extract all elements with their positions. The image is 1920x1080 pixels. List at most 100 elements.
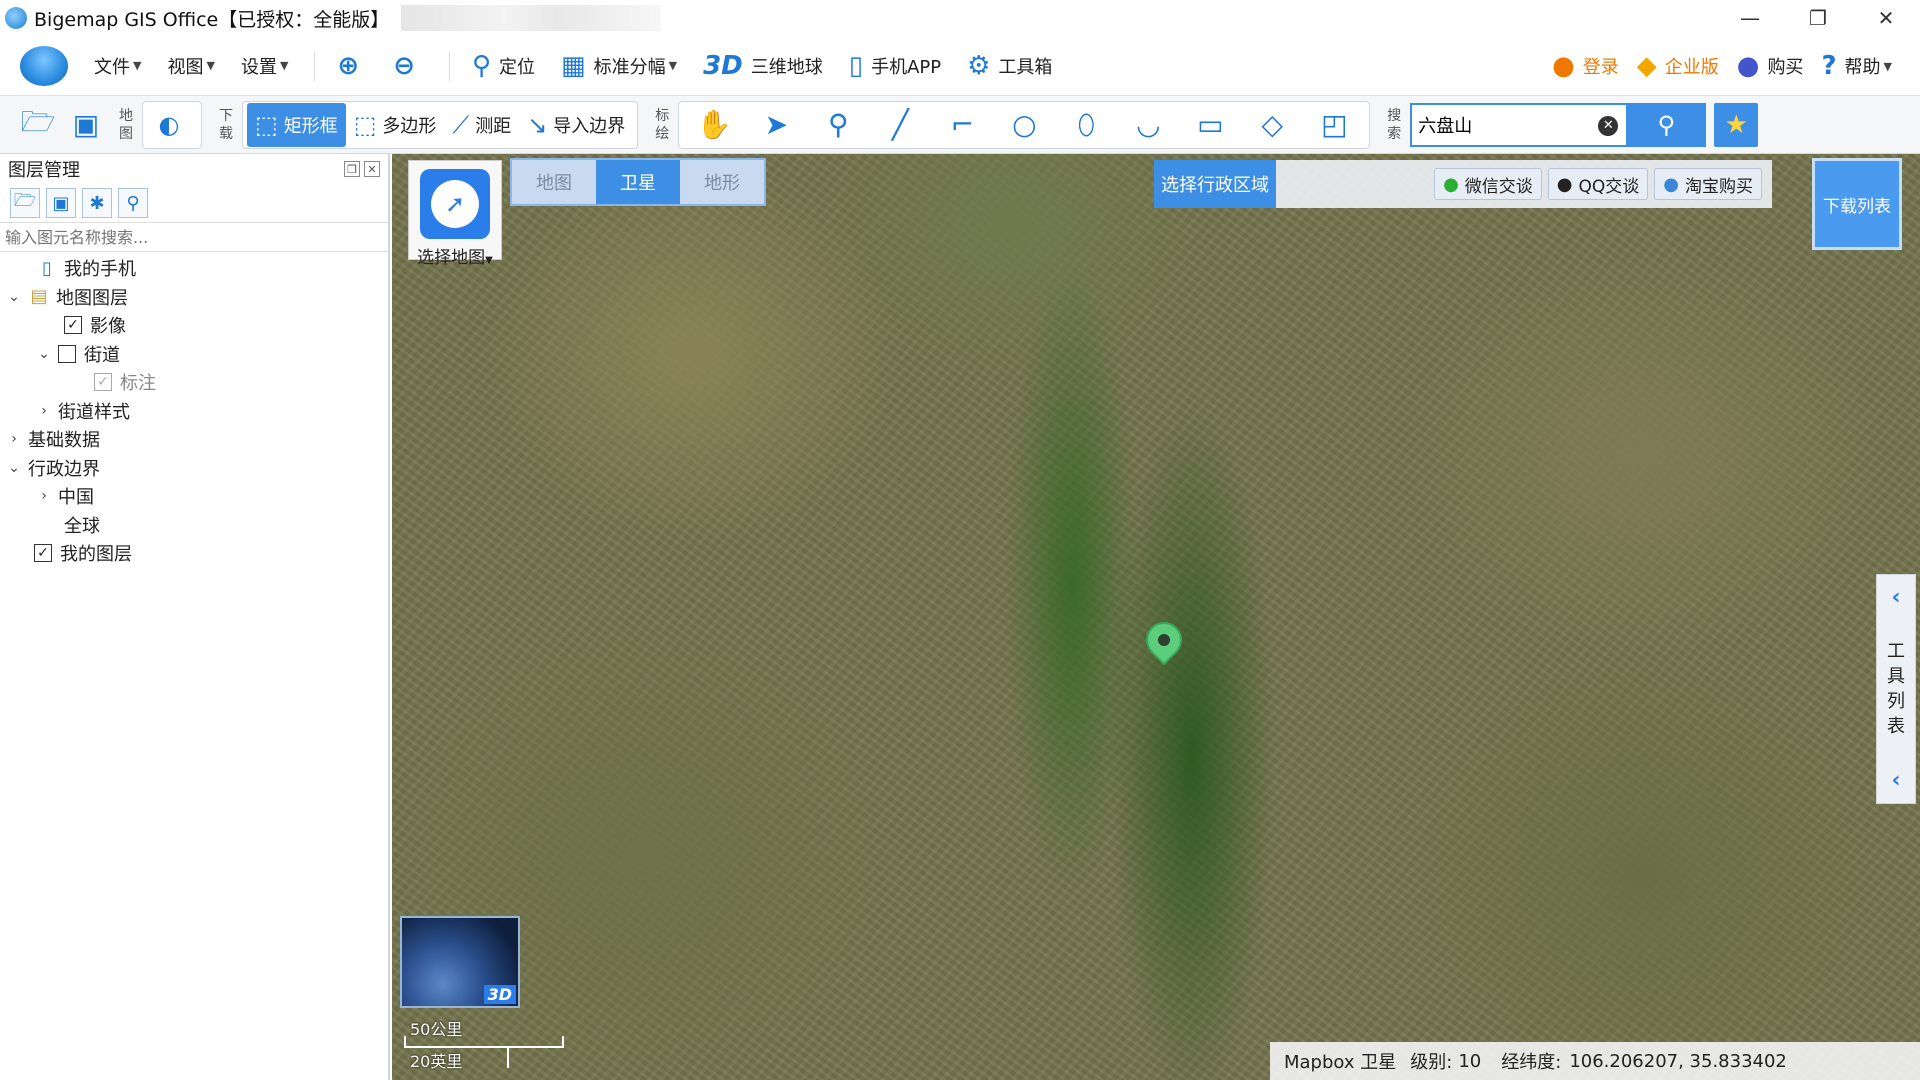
search-button[interactable]: ⚲ [1626, 102, 1707, 147]
main-menu-bar: 文件 ▼ 视图 ▼ 设置 ▼ ⊕ ⊖ ⚲ 定位 ▦ 标准分幅 ▼ 3D 三维地球 ▯ 手机APP… [0, 36, 1920, 96]
line-tool-button[interactable]: ╱ [869, 103, 931, 147]
tree-item-map-layers[interactable]: ⌄ ▤ 地图图层 [0, 283, 388, 312]
tag-tool-button[interactable]: ◇ [1241, 103, 1303, 147]
layer-search-button[interactable]: ⚲ [118, 188, 148, 218]
tree-item-china[interactable]: › 中国 [0, 482, 388, 511]
buy-label: 购买 [1767, 57, 1804, 78]
enterprise-button[interactable]: ◆ 企业版 [1637, 51, 1719, 81]
float-panel-button[interactable]: ❐ [344, 161, 360, 177]
view-menu[interactable]: 视图 ▼ [167, 53, 214, 79]
chevron-down-icon[interactable]: ⌄ [36, 346, 52, 362]
mini-3d-globe-button[interactable]: 3D [400, 916, 520, 1008]
map-type-map[interactable]: 地图 [512, 160, 596, 204]
tree-item-base-data[interactable]: › 基础数据 [0, 425, 388, 454]
place-search-input[interactable] [1418, 114, 1589, 135]
login-button[interactable]: ● 登录 [1552, 51, 1619, 81]
edit-tool-button[interactable]: ◰ [1303, 103, 1365, 147]
chevron-right-icon[interactable]: › [6, 431, 22, 447]
wechat-chat-button[interactable]: ● 微信交谈 [1434, 168, 1542, 200]
chevron-down-icon[interactable]: ⌄ [6, 289, 22, 305]
layer-panel-header: 图层管理 ❐ ✕ [0, 154, 388, 184]
polyline-tool-button[interactable]: ⌐ [931, 103, 993, 147]
enterprise-label: 企业版 [1664, 57, 1719, 78]
mobile-app-button[interactable]: ▯ 手机APP [849, 51, 941, 81]
tree-item-street-style[interactable]: › 街道样式 [0, 397, 388, 426]
download-list-button[interactable]: 下载列表 [1812, 158, 1902, 250]
map-view-group: ◐ [142, 100, 202, 149]
chevron-down-icon[interactable]: ⌄ [6, 460, 22, 476]
save-button[interactable]: ▣ [62, 103, 110, 147]
settings-menu[interactable]: 设置 ▼ [241, 53, 288, 79]
file-menu[interactable]: 文件 ▼ [94, 53, 141, 79]
map-type-satellite[interactable]: 卫星 [596, 160, 680, 204]
ellipse-tool-button[interactable]: ⬯ [1055, 103, 1117, 147]
grid-menu[interactable]: ▦ 标准分幅 ▼ [561, 51, 677, 81]
tree-item-labels[interactable]: ✓ 标注 [0, 368, 388, 397]
taobao-buy-button[interactable]: ● 淘宝购买 [1654, 168, 1762, 200]
labels-checkbox[interactable]: ✓ [94, 373, 112, 392]
open-folder-button[interactable]: 🗁 [14, 103, 62, 147]
chevron-right-icon[interactable]: › [36, 403, 52, 419]
tree-item-my-layers[interactable]: ✓ 我的图层 [0, 539, 388, 568]
qq-chat-button[interactable]: ● QQ交谈 [1547, 168, 1649, 200]
select-region-button[interactable]: 选择行政区域 [1154, 160, 1276, 208]
caret-down-icon: ▼ [485, 255, 493, 266]
close-button[interactable]: ✕ [1852, 0, 1920, 36]
tree-item-global[interactable]: 全球 [0, 511, 388, 540]
my-layers-checkbox[interactable]: ✓ [34, 544, 52, 563]
map-view-button[interactable]: ◐ [147, 103, 197, 147]
chevron-right-icon[interactable]: › [36, 488, 52, 504]
map-source-badge: ➚ [420, 169, 490, 239]
buy-button[interactable]: ● 购买 [1737, 51, 1804, 81]
globe-side-icon: ◐ [158, 110, 180, 139]
place-search-field[interactable]: ✕ [1410, 102, 1627, 147]
import-boundary-button[interactable]: ↘ 导入边界 [519, 103, 633, 147]
save-layer-button[interactable]: ▣ [46, 188, 76, 218]
select-tool-button[interactable]: ➤ [745, 103, 807, 147]
tree-item-label: 行政边界 [28, 458, 100, 480]
imagery-checkbox[interactable]: ✓ [64, 316, 82, 335]
pan-tool-button[interactable]: ✋ [683, 103, 745, 147]
favorites-button[interactable]: ★ [1714, 102, 1759, 147]
polygon-select-button[interactable]: ⬚ 多边形 [346, 103, 445, 147]
zoom-out-button[interactable]: ⊖ [393, 51, 423, 81]
restore-button[interactable]: ❐ [1784, 0, 1852, 36]
tool-list-panel-toggle[interactable]: ‹ 工具列表 ‹ [1876, 574, 1916, 804]
help-label: 帮助 [1844, 57, 1881, 78]
globe-3d-button[interactable]: 3D 三维地球 [703, 51, 823, 81]
locate-button[interactable]: ⚲ 定位 [472, 51, 535, 81]
map-canvas[interactable]: ➚ 选择地图▼ 地图 卫星 地形 选择行政区域 ● 微信交谈 ● QQ交谈 ● 淘宝购… [392, 154, 1920, 1080]
draw-section-label: 标绘 [655, 107, 670, 142]
close-panel-button[interactable]: ✕ [364, 161, 380, 177]
tree-item-admin-boundary[interactable]: ⌄ 行政边界 [0, 454, 388, 483]
window-controls: — ❐ ✕ [1716, 0, 1920, 36]
toolbox-button[interactable]: ⚙ 工具箱 [967, 51, 1052, 81]
circle-tool-button[interactable]: ○ [993, 103, 1055, 147]
layer-nodes-button[interactable]: ✱ [82, 188, 112, 218]
tree-item-imagery[interactable]: ✓ 影像 [0, 311, 388, 340]
layer-panel-tools: 🗁 ▣ ✱ ⚲ [0, 184, 388, 222]
measure-button[interactable]: ⟋ 测距 [444, 103, 519, 147]
zoom-in-button[interactable]: ⊕ [337, 51, 367, 81]
clear-search-icon[interactable]: ✕ [1598, 115, 1619, 136]
panel-controls: ❐ ✕ [344, 161, 380, 177]
chevron-left-icon[interactable]: ‹ [1891, 768, 1900, 793]
location-marker-icon[interactable] [1138, 614, 1190, 680]
element-search-input[interactable] [5, 227, 375, 247]
minimize-button[interactable]: — [1716, 0, 1784, 36]
street-checkbox[interactable] [58, 344, 76, 363]
map-type-terrain[interactable]: 地形 [680, 160, 764, 204]
curve-tool-button[interactable]: ◡ [1117, 103, 1179, 147]
rectangle-tool-button[interactable]: ▭ [1179, 103, 1241, 147]
select-map-button[interactable]: ➚ 选择地图▼ [408, 160, 502, 268]
chevron-left-icon[interactable]: ‹ [1891, 585, 1900, 610]
tool-list-label: 工具列表 [1887, 641, 1905, 737]
marker-tool-button[interactable]: ⚲ [807, 103, 869, 147]
taobao-icon: ● [1663, 173, 1679, 195]
help-menu[interactable]: ? 帮助 ▼ [1821, 51, 1892, 81]
rect-select-button[interactable]: ⬚ 矩形框 [247, 102, 346, 147]
element-search-field[interactable] [0, 222, 388, 252]
tree-item-my-phone[interactable]: ▯ 我的手机 [0, 254, 388, 283]
tree-item-street[interactable]: ⌄ 街道 [0, 340, 388, 369]
open-layer-button[interactable]: 🗁 [10, 188, 40, 218]
